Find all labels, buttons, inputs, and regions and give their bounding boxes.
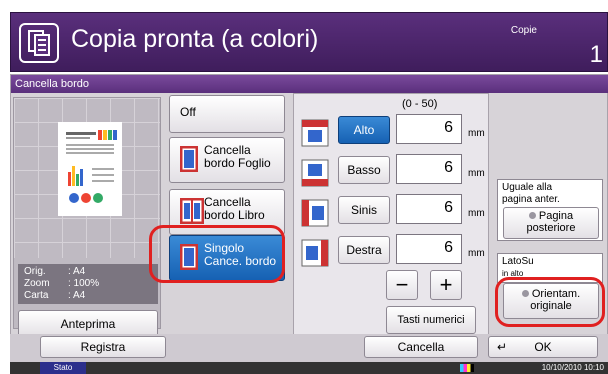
copies-count: 1 [589, 41, 603, 68]
edge-row-bottom: Basso 6 mm [300, 154, 486, 190]
page-title: Copia pronta (a colori) [71, 25, 319, 53]
top-edge-value[interactable]: 6 [396, 114, 462, 144]
right-edge-button[interactable]: Destra [338, 236, 390, 264]
original-info: Orig. : A4 Zoom : 100% Carta : A4 [18, 264, 158, 304]
decrement-button[interactable]: − [386, 270, 418, 300]
mode-off-label: Off [180, 105, 196, 119]
left-edge-icon [300, 198, 330, 228]
right-edge-icon [300, 238, 330, 268]
mode-book-label1: Cancella [204, 195, 251, 209]
mode-sheet-button[interactable]: Cancella bordo Foglio [169, 137, 285, 183]
mode-off-button[interactable]: Off [169, 95, 285, 133]
back-page-label1: Pagina [538, 210, 574, 222]
top-edge-unit: mm [468, 128, 485, 139]
back-page-indicator-icon [528, 212, 536, 219]
orientation-value-line1: LatoSu [502, 256, 534, 267]
options-panel: Uguale alla pagina anter. Pagina posteri… [493, 93, 607, 349]
copy-screen: Copia pronta (a colori) Copie 1 Cancella… [0, 0, 608, 374]
copy-app-icon [19, 23, 59, 63]
toner-level-icon [460, 364, 474, 372]
numeric-keys-button[interactable]: Tasti numerici [386, 306, 476, 334]
cancel-button[interactable]: Cancella [364, 336, 478, 358]
preview-paper [58, 122, 122, 216]
increment-button[interactable]: + [430, 270, 462, 300]
status-datetime: 10/10/2010 10:10 [541, 363, 604, 372]
back-page-label2: posteriore [526, 222, 576, 234]
left-edge-value[interactable]: 6 [396, 194, 462, 224]
sheet-erase-icon [179, 145, 199, 173]
screen-title: Cancella bordo [11, 75, 608, 93]
zoom-value: : 100% [68, 278, 100, 289]
left-edge-button[interactable]: Sinis [338, 196, 390, 224]
orig-value: : A4 [68, 266, 86, 277]
bottom-edge-value[interactable]: 6 [396, 154, 462, 184]
same-page-line1: Uguale alla [502, 182, 553, 193]
range-label: (0 - 50) [402, 98, 438, 110]
top-edge-button[interactable]: Alto [338, 116, 390, 144]
footer-bar: Registra Cancella ↵ OK [10, 334, 608, 362]
preview-panel: Orig.: A4 Zoom: 100% Carta: A4 Anteprima [13, 97, 161, 338]
left-edge-unit: mm [468, 208, 485, 219]
bottom-edge-button[interactable]: Basso [338, 156, 390, 184]
register-button[interactable]: Registra [40, 336, 166, 358]
zoom-label: Zoom [24, 278, 50, 289]
preview-grid [14, 98, 160, 258]
bottom-edge-unit: mm [468, 168, 485, 179]
same-page-line2: pagina anter. [502, 194, 560, 205]
edge-row-right: Destra 6 mm [300, 234, 486, 270]
bottom-edge-icon [300, 158, 330, 188]
book-erase-icon [179, 197, 205, 225]
right-edge-unit: mm [468, 248, 485, 259]
back-page-button[interactable]: Pagina posteriore [503, 207, 599, 239]
copies-label: Copie [510, 25, 537, 36]
paper-label: Carta [24, 290, 49, 301]
orig-label: Orig. [24, 266, 46, 277]
ok-button[interactable]: ↵ OK [488, 336, 598, 358]
highlight-orientation [495, 277, 605, 327]
edge-values-panel: (0 - 50) Alto 6 mm Basso 6 mm Sinis 6 mm… [293, 93, 489, 349]
enter-icon: ↵ [497, 340, 508, 354]
highlight-mode [149, 225, 285, 283]
edge-row-left: Sinis 6 mm [300, 194, 486, 230]
main-panel: Cancella bordo Orig.: A4 Zoom: 100% Ca… [10, 74, 608, 362]
top-edge-icon [300, 118, 330, 148]
ok-label: OK [534, 340, 552, 354]
mode-sheet-label1: Cancella [204, 143, 251, 157]
right-edge-value[interactable]: 6 [396, 234, 462, 264]
status-button[interactable]: Stato [40, 362, 86, 374]
status-bar: Stato 10/10/2010 10:10 [10, 362, 608, 374]
edge-row-top: Alto 6 mm [300, 114, 486, 150]
header-bar: Copia pronta (a colori) Copie 1 [10, 12, 608, 72]
paper-value: : A4 [68, 290, 86, 301]
mode-book-label2: bordo Libro [204, 208, 265, 222]
mode-sheet-label2: bordo Foglio [204, 156, 271, 170]
